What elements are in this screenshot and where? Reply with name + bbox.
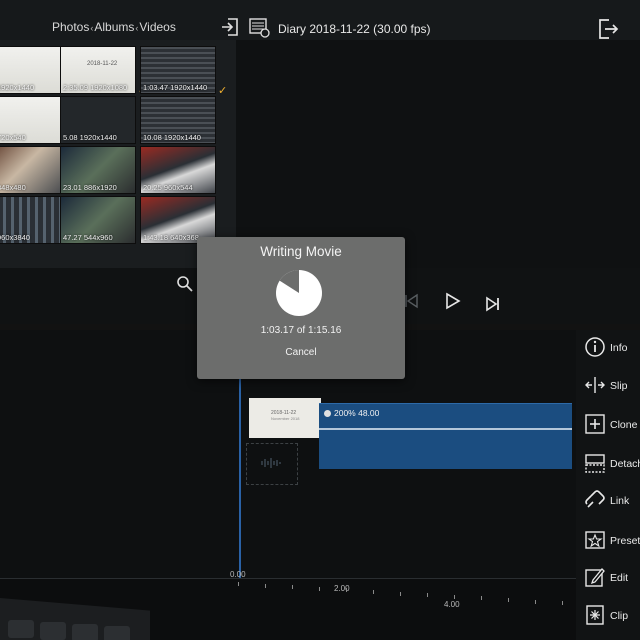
selected-checkmark-icon: ✓ <box>218 85 228 97</box>
presets-icon <box>585 531 605 549</box>
ruler-divider <box>0 578 640 579</box>
keyboard-key <box>40 622 66 640</box>
ruler-tick <box>373 590 374 594</box>
play-icon[interactable] <box>443 292 461 310</box>
clip-icon <box>586 605 604 625</box>
frame-rate: (30.00 fps) <box>373 22 431 36</box>
media-thumbnail[interactable]: 47.27 544x960 <box>60 196 136 244</box>
ruler-tick <box>400 591 401 596</box>
clip-volume-line[interactable] <box>319 428 572 430</box>
progress-text: 1:03.17 of 1:15.16 <box>260 325 342 336</box>
ruler-tick <box>427 593 428 598</box>
clone-button[interactable]: Clone <box>576 409 640 439</box>
project-name: Diary 2018-11-22 <box>278 22 370 36</box>
thumbnail-meta: 47.27 544x960 <box>63 233 113 242</box>
tick-label-0: 0.00 <box>230 570 246 579</box>
ruler-tick <box>508 598 509 602</box>
media-thumbnail[interactable]: 10.08 1920x1440 <box>140 96 216 144</box>
ruler-tick <box>562 601 563 606</box>
media-thumbnail[interactable]: 23.01 886x1920 <box>60 146 136 194</box>
clone-icon <box>585 414 605 434</box>
title-clip-subtext: November 2018 <box>271 416 300 421</box>
link-label: Link <box>610 495 630 507</box>
detach-label: Detach <box>610 458 640 470</box>
tool-palette: Info Slip Clone Detach Link Presets Edit… <box>576 330 640 640</box>
thumbnail-meta: 960x3840 <box>0 233 30 242</box>
keyboard-key <box>72 624 98 640</box>
ruler-tick <box>265 583 266 588</box>
writing-movie-dialog: Writing Movie 1:03.17 of 1:15.16 Cancel <box>197 237 405 379</box>
link-button[interactable]: Link <box>576 485 640 515</box>
tab-albums[interactable]: Albums <box>94 20 134 34</box>
keyboard-key <box>8 620 34 638</box>
slip-icon <box>585 377 605 393</box>
tick-label-2: 2.00 <box>334 584 350 593</box>
tab-photos[interactable]: Photos <box>52 20 89 34</box>
media-browser: 1920x1440 2018-11-22 2:35.09 1920x1080 ✓ 1:0… <box>0 40 236 268</box>
link-icon <box>585 490 605 508</box>
info-icon <box>585 337 605 357</box>
ruler-tick <box>454 594 455 599</box>
thumbnail-meta: 2:35.09 1920x1080 <box>63 83 128 92</box>
clone-label: Clone <box>610 419 638 431</box>
cancel-button[interactable]: Cancel <box>276 347 326 365</box>
clip-speed-duration: 200% 48.00 <box>324 408 379 418</box>
thumbnail-meta: 720x540 <box>0 133 26 142</box>
ruler-tick <box>346 588 347 593</box>
media-thumbnail[interactable]: 1:03.47 1920x1440 <box>140 46 216 94</box>
keyboard-key <box>104 626 130 640</box>
clip-button[interactable]: Clip <box>576 600 640 630</box>
ruler-tick <box>319 586 320 591</box>
ruler-tick <box>238 582 239 586</box>
thumbnail-meta: 1920x1440 <box>0 83 35 92</box>
edit-icon <box>585 568 605 587</box>
thumbnail-meta: 10.08 1920x1440 <box>143 133 201 142</box>
thumbnail-meta: 23.01 886x1920 <box>63 183 117 192</box>
speed-icon <box>324 410 331 417</box>
nav-separator: ‹ <box>90 23 94 33</box>
detach-icon <box>585 454 605 473</box>
progress-pie <box>276 270 322 316</box>
ruler-tick <box>292 585 293 590</box>
info-button[interactable]: Info <box>576 332 640 362</box>
export-icon[interactable] <box>596 17 620 41</box>
import-icon[interactable] <box>220 17 240 37</box>
presets-button[interactable]: Presets <box>576 525 640 555</box>
project-title[interactable]: Diary 2018-11-22 (30.00 fps) <box>278 22 431 36</box>
media-thumbnail[interactable]: 5.08 1920x1440 <box>60 96 136 144</box>
thumbnail-meta: 20.25 960x544 <box>143 183 193 192</box>
project-settings-icon[interactable] <box>249 18 271 38</box>
tab-videos[interactable]: Videos <box>139 20 175 34</box>
media-thumbnail[interactable]: 2018-11-22 2:35.09 1920x1080 <box>60 46 136 94</box>
nav-separator: ‹ <box>135 23 139 33</box>
source-nav: Photos‹Albums‹Videos <box>52 20 176 34</box>
audio-waveform-icon <box>261 458 281 468</box>
thumbnail-meta: 1:03.47 1920x1440 <box>143 83 208 92</box>
clip-label-text: 200% 48.00 <box>334 408 380 418</box>
skip-forward-icon[interactable] <box>484 295 502 313</box>
edit-button[interactable]: Edit <box>576 562 640 592</box>
title-clip[interactable]: 2018-11-22 November 2018 <box>249 398 321 438</box>
detach-button[interactable]: Detach <box>576 448 640 478</box>
ruler-tick <box>481 596 482 601</box>
edit-label: Edit <box>610 572 629 584</box>
presets-label: Presets <box>610 535 640 547</box>
thumbnail-caption: 2018-11-22 <box>87 61 118 67</box>
tick-label-4: 4.00 <box>444 600 460 609</box>
search-icon[interactable] <box>176 275 194 293</box>
slip-button[interactable]: Slip <box>576 370 640 400</box>
clip-label: Clip <box>610 610 629 622</box>
thumbnail-meta: 848x480 <box>0 183 26 192</box>
ruler-tick <box>535 599 536 604</box>
dialog-title: Writing Movie <box>260 244 342 259</box>
slip-label: Slip <box>610 380 628 392</box>
thumbnail-meta: 5.08 1920x1440 <box>63 133 117 142</box>
media-thumbnail[interactable]: 20.25 960x544 <box>140 146 216 194</box>
playhead[interactable] <box>239 366 241 578</box>
info-label: Info <box>610 342 628 354</box>
